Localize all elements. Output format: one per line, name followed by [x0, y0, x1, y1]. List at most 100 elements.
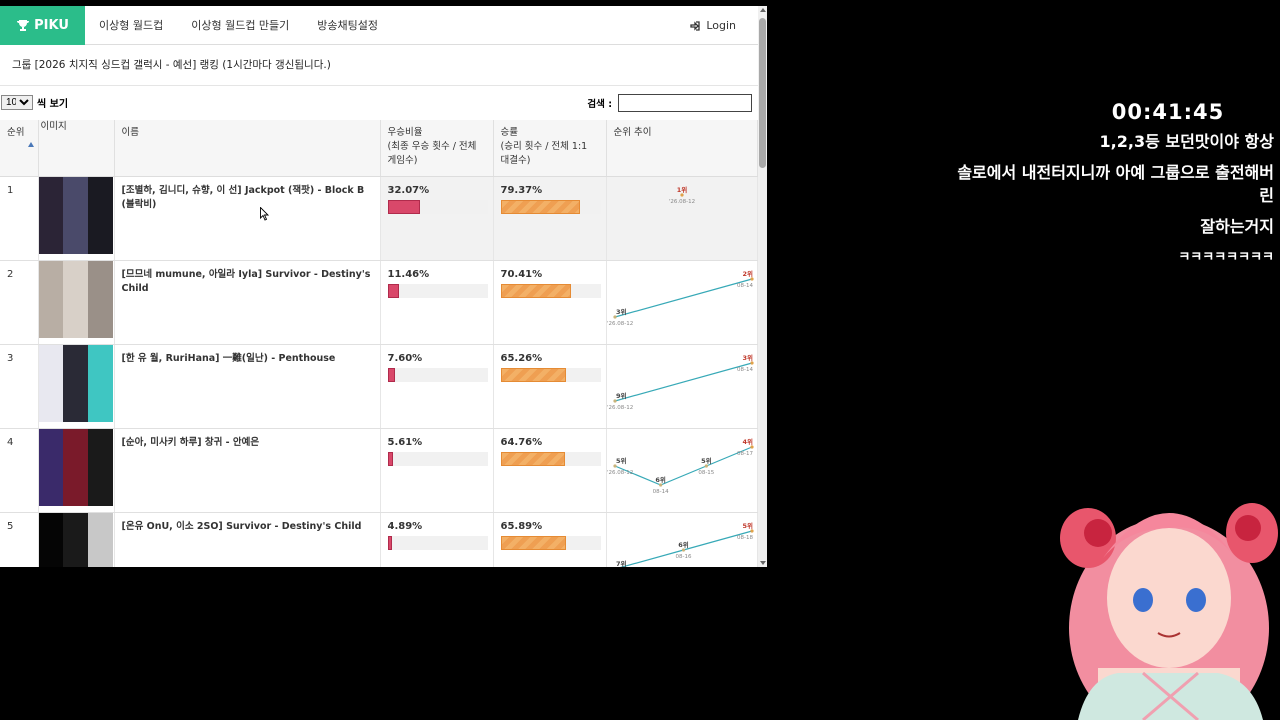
- entry-thumbnail[interactable]: [38, 260, 113, 338]
- chat-message: 솔로에서 내전터지니까 아예 그룹으로 출전해버린: [957, 163, 1274, 205]
- trend-cell: 7위'26.08-126위08-165위08-18: [606, 512, 758, 568]
- trend-cell: 5위 '26.08-12 6위 08-14 5위 08-15 4위 08-17: [606, 428, 758, 513]
- ranking-table: 순위 이미지 이름 우승비율 (최종 우승 횟수 / 전체 게임수) 승률 (승리 …: [0, 120, 758, 567]
- trend-rank-label: 9위: [616, 391, 627, 400]
- image-cell: [38, 176, 115, 261]
- brand-logo[interactable]: PIKU: [0, 6, 85, 45]
- vtuber-avatar: [1060, 503, 1278, 720]
- col-name[interactable]: 이름: [114, 120, 381, 177]
- rank-value: 4: [7, 436, 14, 448]
- win-ratio-bar: [387, 367, 488, 382]
- per-page-label: 씩 보기: [37, 99, 69, 110]
- win-ratio-bar-fill: [387, 283, 399, 298]
- name-cell: [므므네 mumune, 아일라 Iyla] Survivor - Destin…: [114, 260, 381, 345]
- table-row[interactable]: 1 [조별하, 김니디, 슈향, 이 선] Jackpot (잭팟) - Blo…: [0, 176, 758, 261]
- trend-rank-label: 3위: [742, 353, 753, 362]
- nav-make-worldcup[interactable]: 이상형 월드컵 만들기: [177, 17, 303, 33]
- trend-date-label: 08-18: [737, 535, 753, 541]
- col-name-label: 이름: [121, 127, 139, 138]
- trend-line: [614, 277, 752, 318]
- match-win-cell: 65.89%: [493, 512, 607, 567]
- scroll-up-icon[interactable]: [760, 8, 766, 12]
- win-ratio-bar-fill: [387, 367, 396, 382]
- rank-value: 3: [7, 352, 14, 364]
- trend-rank-label: 4위: [742, 437, 753, 446]
- col-win-ratio-label: 우승비율: [387, 127, 423, 138]
- name-cell: [한 유 월, RuriHana] 一難(일난) - Penthouse: [114, 344, 381, 429]
- trend-date-label: 08-14: [652, 489, 668, 495]
- match-win-bar-fill: [500, 451, 566, 466]
- page-scrollbar[interactable]: [758, 6, 767, 567]
- col-match-win-sub: (승리 횟수 / 전체 1:1 대결수): [500, 141, 588, 166]
- match-win-value: 70.41%: [500, 268, 543, 280]
- brand-name: PIKU: [34, 17, 69, 33]
- col-image[interactable]: 이미지: [38, 120, 115, 177]
- entry-name: [온유 OnU, 이소 2SO] Survivor - Destiny's Ch…: [121, 520, 362, 532]
- entry-thumbnail[interactable]: [38, 428, 113, 506]
- win-ratio-value: 4.89%: [387, 520, 423, 532]
- table-row[interactable]: 2 [므므네 mumune, 아일라 Iyla] Survivor - Dest…: [0, 260, 758, 345]
- col-win-ratio[interactable]: 우승비율 (최종 우승 횟수 / 전체 게임수): [380, 120, 494, 177]
- table-row[interactable]: 4 [순아, 미사키 하루] 창귀 - 안예은 5.61% 64.76% 5위 '…: [0, 428, 758, 513]
- search-control: 검색 :: [587, 94, 752, 112]
- trend-date-label: 08-16: [675, 554, 691, 560]
- page-title: 그룹 [2026 치지직 싱드컵 갤럭시 - 예선] 랭킹 (1시간마다 갱신됩…: [0, 45, 758, 86]
- trend-rank-label: 5위: [701, 456, 712, 465]
- chat-message: ㅋㅋㅋㅋㅋㅋㅋㅋ: [1178, 250, 1274, 265]
- col-trend[interactable]: 순위 추이: [606, 120, 758, 177]
- per-page-select[interactable]: 10: [1, 95, 33, 110]
- sort-asc-icon: [28, 142, 34, 147]
- table-row[interactable]: 3 [한 유 월, RuriHana] 一難(일난) - Penthouse 7…: [0, 344, 758, 429]
- col-rank-label: 순위: [7, 127, 25, 138]
- match-win-bar-fill: [500, 535, 567, 550]
- entry-name: [한 유 월, RuriHana] 一難(일난) - Penthouse: [121, 352, 336, 364]
- mouse-cursor-icon: [260, 207, 270, 221]
- trend-rank-label: 7위: [616, 559, 627, 568]
- col-rank[interactable]: 순위: [0, 120, 39, 177]
- win-ratio-bar: [387, 283, 488, 298]
- image-cell: [38, 260, 115, 345]
- name-cell: [조별하, 김니디, 슈향, 이 선] Jackpot (잭팟) - Block…: [114, 176, 381, 261]
- chat-message: 잘하는거지: [1200, 217, 1274, 236]
- trend-cell: 9위 '26.08-12 3위 08-14: [606, 344, 758, 429]
- search-label: 검색 :: [587, 99, 612, 110]
- scroll-thumb[interactable]: [759, 18, 766, 168]
- match-win-bar-fill: [500, 199, 580, 214]
- trend-rank-label: 5위: [742, 521, 753, 530]
- win-ratio-value: 7.60%: [387, 352, 423, 364]
- trend-cell: 1위 '26.08-12: [606, 176, 758, 261]
- entry-thumbnail[interactable]: [38, 344, 113, 422]
- image-cell: [38, 512, 115, 567]
- win-ratio-value: 11.46%: [387, 268, 430, 280]
- match-win-value: 65.89%: [500, 520, 543, 532]
- rank-cell: 3: [0, 344, 39, 429]
- col-match-win[interactable]: 승률 (승리 횟수 / 전체 1:1 대결수): [493, 120, 607, 177]
- nav-worldcup[interactable]: 이상형 월드컵: [85, 17, 177, 33]
- trend-date-label: '26.08-12: [607, 470, 633, 476]
- trophy-icon: [17, 19, 30, 31]
- search-input[interactable]: [618, 94, 752, 112]
- win-ratio-bar-fill: [387, 199, 420, 214]
- match-win-bar-fill: [500, 367, 566, 382]
- win-ratio-bar-fill: [387, 535, 393, 550]
- entry-thumbnail[interactable]: [38, 176, 113, 254]
- login-link[interactable]: Login: [690, 6, 736, 45]
- match-win-cell: 65.26%: [493, 344, 607, 429]
- entry-thumbnail[interactable]: [38, 512, 113, 567]
- name-cell: [온유 OnU, 이소 2SO] Survivor - Destiny's Ch…: [114, 512, 381, 567]
- trend-rank-label: 6위: [678, 540, 689, 549]
- rank-trend-chart: 3위 '26.08-12 2위 08-14: [607, 269, 754, 327]
- match-win-value: 79.37%: [500, 184, 543, 196]
- col-trend-label: 순위 추이: [613, 127, 652, 138]
- col-match-win-label: 승률: [500, 127, 518, 138]
- rank-value: 5: [7, 520, 14, 532]
- nav-chat-settings[interactable]: 방송채팅설정: [303, 17, 392, 33]
- table-row[interactable]: 5 [온유 OnU, 이소 2SO] Survivor - Destiny's …: [0, 512, 758, 568]
- scroll-down-icon[interactable]: [760, 561, 766, 565]
- rank-cell: 5: [0, 512, 39, 567]
- rank-cell: 2: [0, 260, 39, 345]
- match-win-cell: 70.41%: [493, 260, 607, 345]
- rank-trend-chart: 7위'26.08-126위08-165위08-18: [613, 521, 754, 568]
- trend-rank-label: 3위: [616, 307, 627, 316]
- win-ratio-cell: 32.07%: [380, 176, 494, 261]
